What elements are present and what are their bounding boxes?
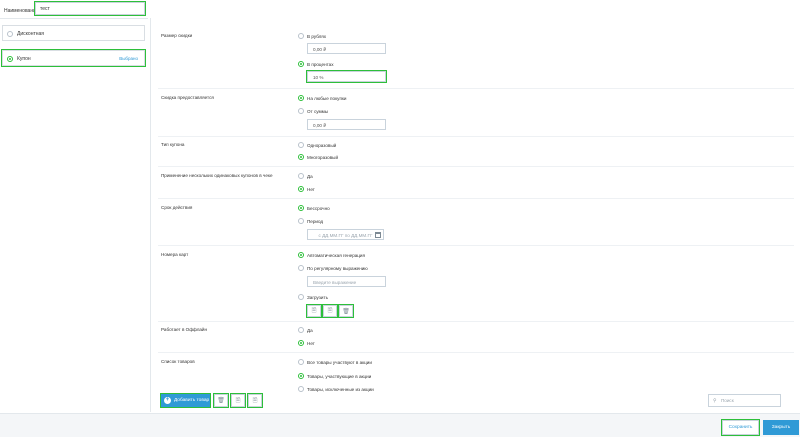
divider	[158, 88, 794, 89]
offline-no-radio[interactable]	[298, 340, 304, 346]
granted-from-radio[interactable]	[298, 108, 304, 114]
validity-forever-text: Бессрочно	[307, 205, 330, 211]
multi-apply-yes-text: Да	[307, 173, 313, 179]
type-coupon-label: Купон	[17, 56, 31, 62]
card-upload-radio[interactable]	[298, 294, 304, 300]
discount-rub-text: В рублях	[307, 33, 327, 39]
discount-rub-input[interactable]: 0,00 ₽	[307, 43, 386, 54]
coupon-multi-text: Многоразовый	[307, 154, 339, 160]
trash-icon: 🗑	[342, 308, 350, 315]
delete-product-button[interactable]: 🗑	[213, 393, 229, 408]
multi-apply-no-radio[interactable]	[298, 186, 304, 192]
card-regex-radio[interactable]	[298, 265, 304, 271]
products-excluded-text: Товары, исключенные из акции	[307, 386, 374, 392]
discount-size-label: Размер скидки	[161, 33, 193, 38]
file-download-icon: 🗎	[327, 308, 333, 314]
name-input[interactable]: тест	[34, 1, 146, 16]
validity-period-placeholder: с ДД.ММ.ГГ по ДД.ММ.ГГ	[318, 233, 373, 238]
search-icon: ⚲	[713, 398, 717, 404]
export-products-button[interactable]: 🗎	[247, 393, 263, 408]
divider	[158, 136, 794, 137]
multi-apply-no-text: Нет	[307, 186, 315, 192]
discount-pct-text: В процентах	[307, 61, 334, 67]
validity-period-radio[interactable]	[298, 218, 304, 224]
type-card-coupon[interactable]: Купон Выбрано	[1, 49, 146, 67]
left-separator	[0, 18, 148, 19]
card-upload-text: Загрузить	[307, 294, 328, 300]
type-discount-radio[interactable]	[7, 30, 13, 37]
type-coupon-radio[interactable]	[7, 55, 13, 62]
name-label: Наименование	[4, 8, 39, 14]
file-download-icon: 🗎	[252, 397, 258, 404]
vertical-separator	[150, 18, 151, 412]
coupon-type-label: Тип купона	[161, 142, 185, 147]
products-label: Список товаров	[161, 359, 195, 364]
close-button[interactable]: Закрыть	[763, 420, 799, 435]
card-auto-text: Автоматическая генерация	[307, 252, 365, 258]
offline-label: Работает в Оффлайн	[161, 327, 208, 332]
download-file-button[interactable]: 🗎	[322, 304, 338, 318]
coupon-multi-radio[interactable]	[298, 154, 304, 160]
discount-pct-input[interactable]: 10 %	[306, 70, 387, 83]
offline-no-text: Нет	[307, 340, 315, 346]
delete-file-button[interactable]: 🗑	[338, 304, 354, 318]
validity-period-text: Период	[307, 218, 324, 224]
calendar-icon[interactable]	[375, 232, 381, 238]
divider	[158, 352, 794, 353]
add-product-label: Добавить товар	[174, 398, 210, 403]
discount-pct-radio[interactable]	[298, 61, 304, 67]
plus-icon: +	[164, 397, 171, 404]
discount-rub-radio[interactable]	[298, 33, 304, 39]
multi-apply-label: Применение нескольких одинаковых купонов…	[161, 173, 273, 178]
granted-any-text: На любые покупки	[307, 95, 347, 101]
products-included-radio[interactable]	[298, 373, 304, 379]
type-discount-label: Дисконтная	[17, 31, 45, 37]
products-included-text: Товары, участвующие в акции	[307, 373, 372, 379]
selected-badge: Выбрано	[119, 56, 138, 61]
search-placeholder: Поиск	[721, 398, 734, 403]
divider	[158, 198, 794, 199]
save-button[interactable]: Сохранить	[721, 419, 760, 436]
import-products-button[interactable]: 🗎	[230, 393, 246, 408]
products-excluded-radio[interactable]	[298, 386, 304, 392]
divider	[158, 321, 794, 322]
coupon-single-radio[interactable]	[298, 142, 304, 148]
card-regex-input[interactable]: Введите выражение	[307, 276, 386, 287]
granted-from-text: От суммы	[307, 108, 329, 114]
card-auto-radio[interactable]	[298, 252, 304, 258]
divider	[158, 166, 794, 167]
add-product-button[interactable]: + Добавить товар	[160, 393, 211, 408]
coupon-single-text: Одноразовый	[307, 142, 337, 148]
card-numbers-label: Номера карт	[161, 252, 189, 257]
type-card-discount[interactable]: Дисконтная	[2, 25, 145, 41]
validity-forever-radio[interactable]	[298, 205, 304, 211]
validity-period-input[interactable]: с ДД.ММ.ГГ по ДД.ММ.ГГ	[307, 229, 384, 240]
trash-icon: 🗑	[217, 398, 225, 404]
footer-bar	[0, 413, 800, 437]
granted-from-input[interactable]: 0,00 ₽	[307, 119, 386, 130]
offline-yes-radio[interactable]	[298, 327, 304, 333]
granted-any-radio[interactable]	[298, 95, 304, 101]
multi-apply-yes-radio[interactable]	[298, 173, 304, 179]
card-regex-text: По регулярному выражению	[307, 265, 368, 271]
offline-yes-text: Да	[307, 327, 313, 333]
products-all-text: Все товары участвуют в акции	[307, 359, 372, 365]
products-all-radio[interactable]	[298, 359, 304, 365]
granted-label: Скидка предоставляется	[161, 95, 214, 100]
divider	[158, 245, 794, 246]
file-upload-icon: 🗎	[311, 308, 317, 314]
search-input[interactable]: ⚲ Поиск	[708, 394, 781, 407]
validity-label: Срок действия	[161, 205, 193, 210]
file-upload-icon: 🗎	[235, 397, 241, 404]
upload-file-button[interactable]: 🗎	[306, 304, 322, 318]
